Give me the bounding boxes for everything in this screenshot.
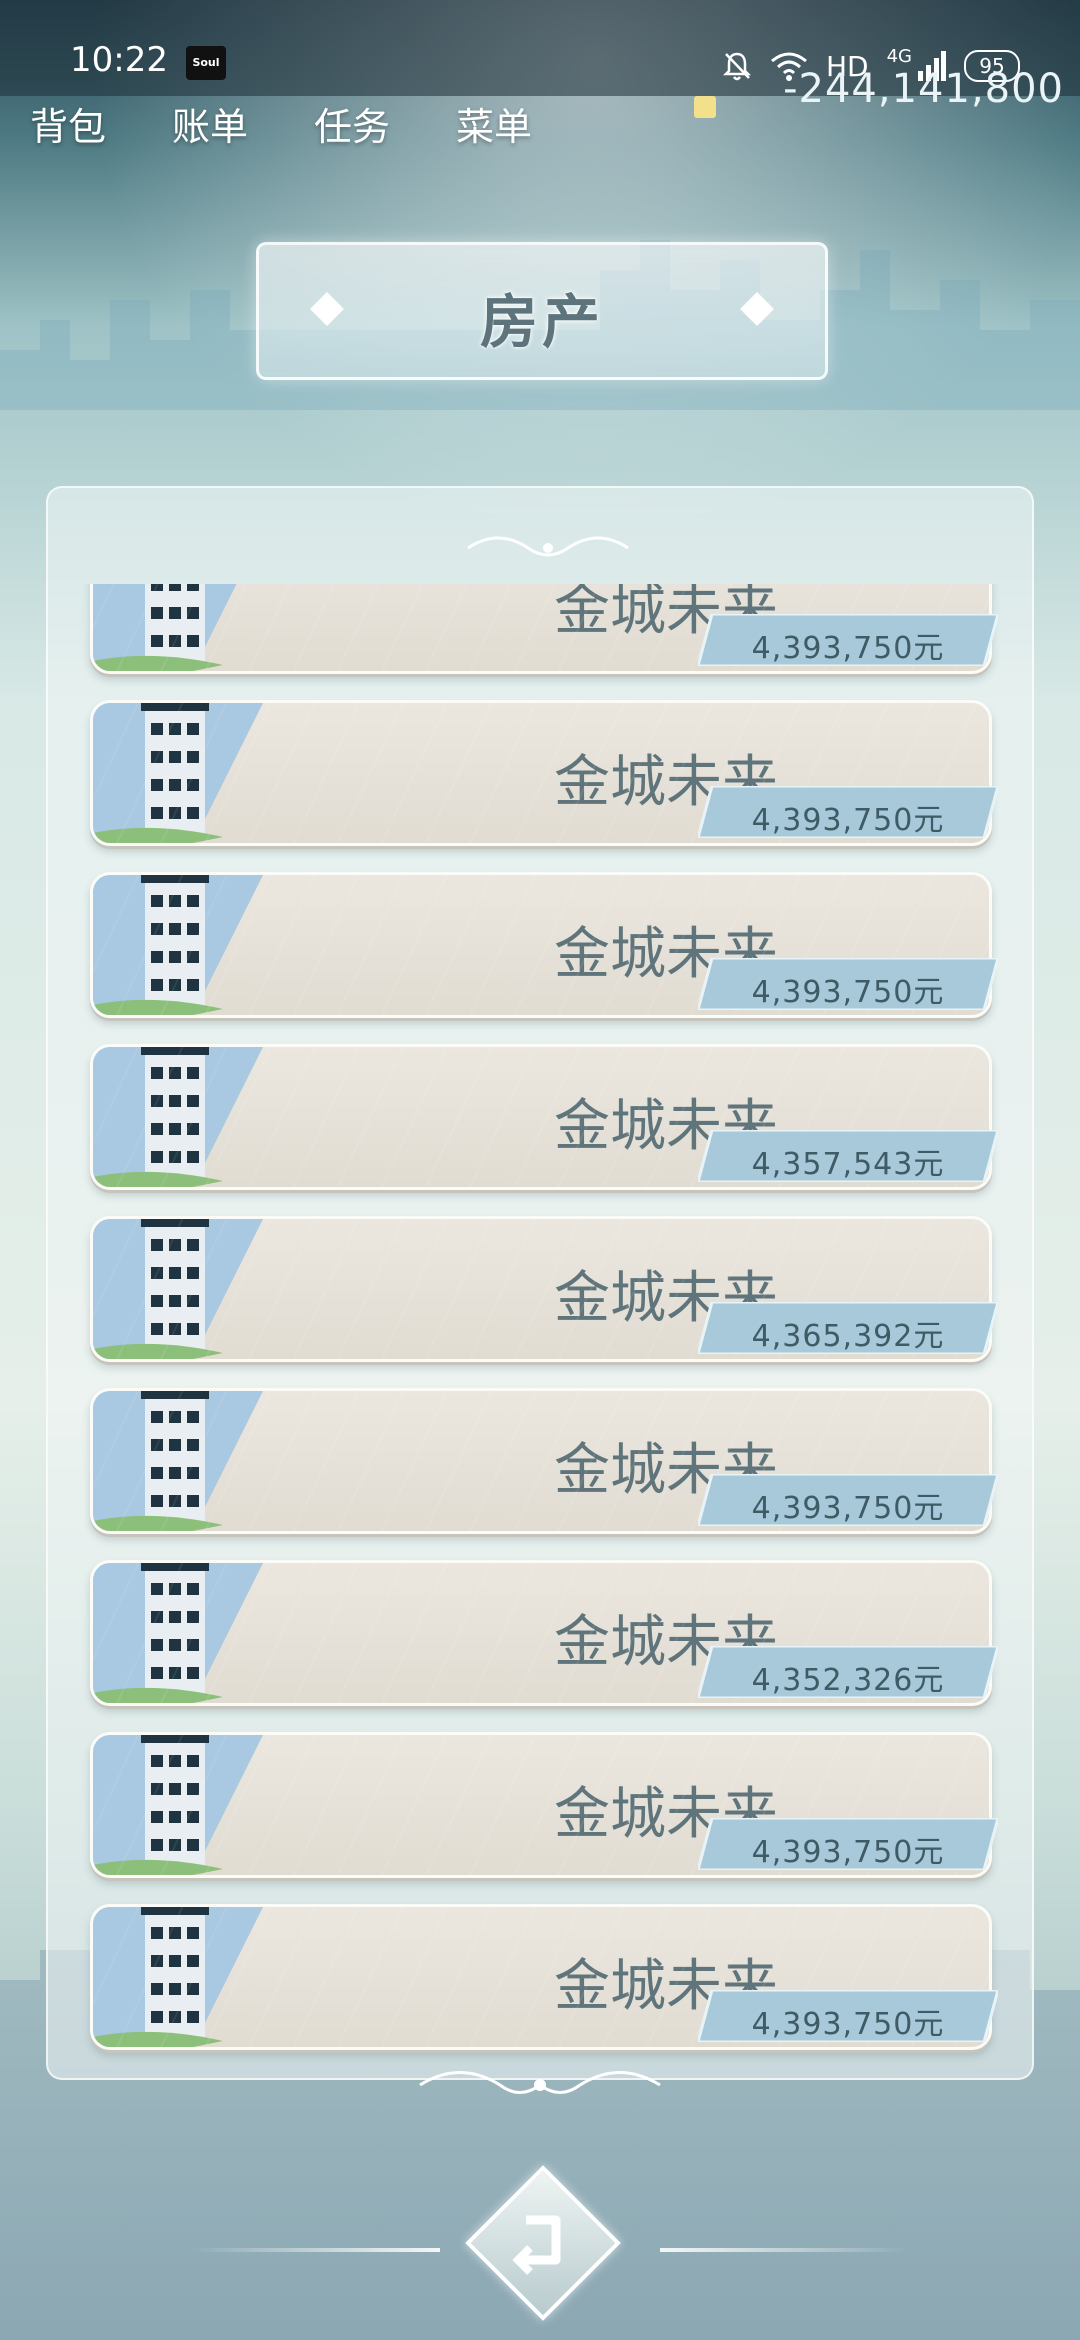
building-icon bbox=[93, 1735, 263, 1875]
price-tag: 4,393,750元 bbox=[698, 1818, 998, 1870]
building-icon bbox=[93, 1563, 263, 1703]
property-price: 4,393,750元 bbox=[751, 631, 945, 666]
bell-muted-icon bbox=[722, 52, 751, 81]
property-price: 4,393,750元 bbox=[751, 2007, 945, 2042]
list-item[interactable]: 金城未来 4,352,326元 bbox=[90, 1560, 998, 1706]
list-item[interactable]: 金城未来 4,365,392元 bbox=[90, 1216, 998, 1362]
property-price: 4,393,750元 bbox=[751, 1835, 945, 1870]
property-price: 4,393,750元 bbox=[751, 975, 945, 1010]
building-icon bbox=[93, 703, 263, 843]
price-tag: 4,393,750元 bbox=[698, 958, 998, 1010]
building-icon bbox=[93, 1047, 263, 1187]
list-item[interactable]: 金城未来 4,357,543元 bbox=[90, 1044, 998, 1190]
network-type: 4G bbox=[886, 45, 912, 67]
bottom-ornament-icon bbox=[419, 2071, 661, 2094]
back-button[interactable] bbox=[465, 2165, 621, 2321]
building-icon bbox=[93, 584, 237, 671]
list-item[interactable]: 金城未来 4,393,750元 bbox=[90, 700, 998, 846]
price-tag: 4,393,750元 bbox=[698, 786, 998, 838]
coin-icon bbox=[694, 96, 716, 118]
price-tag: 4,393,750元 bbox=[698, 1474, 998, 1526]
list-item[interactable]: 金城未来 4,393,750元 bbox=[90, 872, 998, 1018]
list-item[interactable]: 金城未来 4,393,750元 bbox=[90, 1904, 998, 2050]
building-icon bbox=[93, 875, 263, 1015]
property-price: 4,357,543元 bbox=[751, 1147, 945, 1182]
back-arrow-icon bbox=[512, 2215, 561, 2275]
list-item[interactable]: 金城未来 4,393,750元 bbox=[90, 1388, 998, 1534]
nav-backpack[interactable]: 背包 bbox=[30, 96, 106, 151]
status-time: 10:22 bbox=[70, 40, 168, 80]
divider-left bbox=[190, 2248, 440, 2252]
page-title: 房产 bbox=[479, 288, 604, 356]
property-price: 4,352,326元 bbox=[751, 1663, 945, 1698]
price-tag: 4,352,326元 bbox=[698, 1646, 998, 1698]
nav-tasks[interactable]: 任务 bbox=[314, 96, 390, 151]
property-list[interactable]: 金城未来 4,393,750元 金城未来 4,393,750元 金城未来 4,3… bbox=[46, 584, 1030, 2074]
top-navigation: 背包 账单 任务 菜单 bbox=[30, 96, 532, 151]
property-price: 4,365,392元 bbox=[751, 1319, 945, 1354]
price-tag: 4,365,392元 bbox=[698, 1302, 998, 1354]
building-icon bbox=[93, 1219, 263, 1359]
nav-bills[interactable]: 账单 bbox=[172, 96, 248, 151]
building-icon bbox=[93, 1391, 263, 1531]
list-item[interactable]: 金城未来 4,393,750元 bbox=[90, 1732, 998, 1878]
soul-app-icon: Soul bbox=[186, 46, 226, 80]
property-price: 4,393,750元 bbox=[751, 1491, 945, 1526]
divider-right bbox=[660, 2248, 910, 2252]
list-item[interactable]: 金城未来 4,393,750元 bbox=[90, 584, 998, 674]
ornament-icon bbox=[467, 536, 629, 557]
price-tag: 4,357,543元 bbox=[698, 1130, 998, 1182]
price-tag: 4,393,750元 bbox=[698, 614, 998, 666]
price-tag: 4,393,750元 bbox=[698, 1990, 998, 2042]
building-icon bbox=[93, 1907, 263, 2047]
property-price: 4,393,750元 bbox=[751, 803, 945, 838]
nav-menu[interactable]: 菜单 bbox=[456, 96, 532, 151]
money-balance: -244,141,800 bbox=[783, 66, 1064, 112]
title-panel: 房产 bbox=[256, 242, 828, 380]
